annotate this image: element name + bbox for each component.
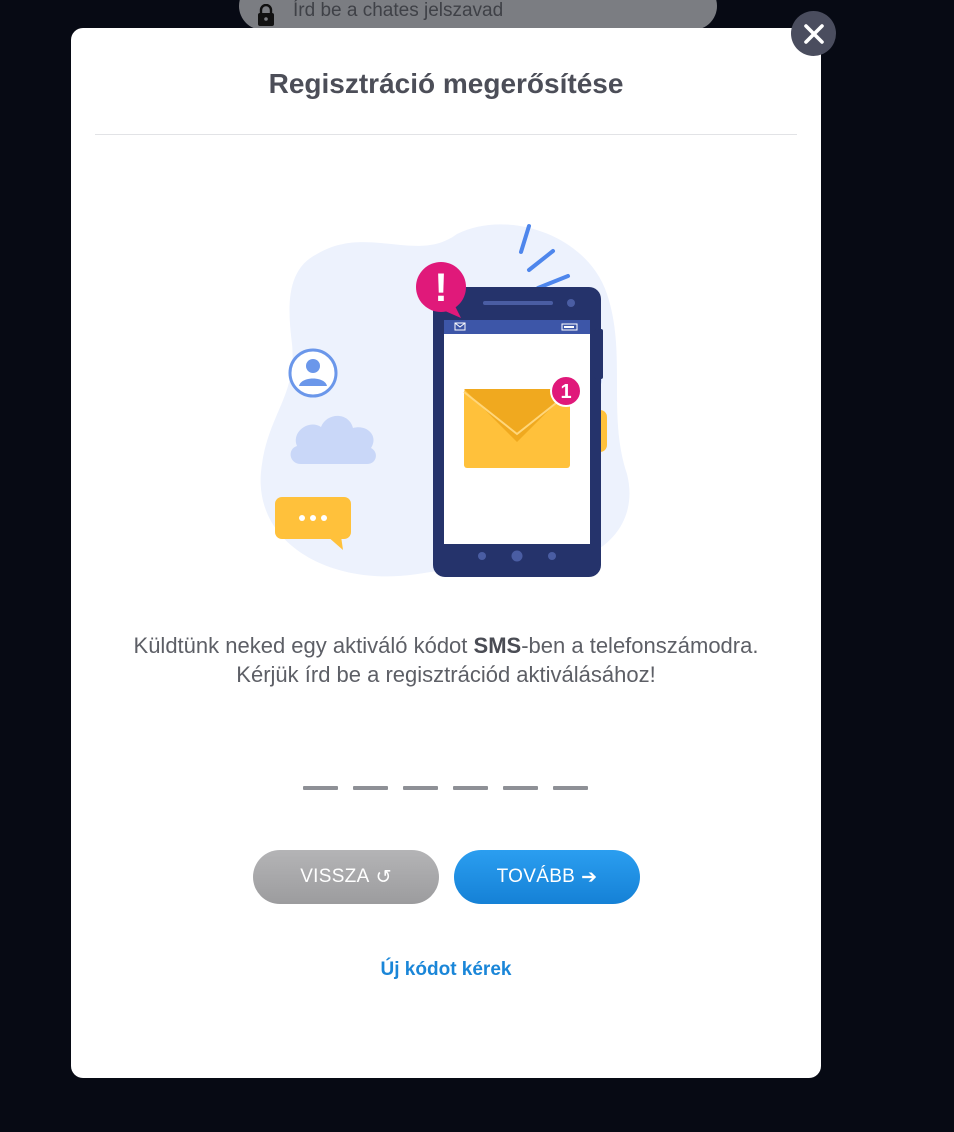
back-button-label: VISSZA [300, 866, 370, 887]
code-digit-slot[interactable] [503, 786, 538, 790]
alert-badge-mark: ! [434, 266, 447, 310]
close-button[interactable] [791, 11, 836, 56]
arrow-right-icon: ➔ [581, 866, 598, 888]
title-divider [95, 134, 797, 135]
user-icon [288, 348, 338, 398]
code-digit-slot[interactable] [353, 786, 388, 790]
sms-phone-illustration: 1 ! [260, 224, 630, 577]
sms-info-message: Küldtünk neked egy aktiváló kódot SMS-be… [71, 631, 821, 689]
message-line-1: Küldtünk neked egy aktiváló kódot SMS-be… [133, 633, 759, 658]
background-password-input: Írd be a chates jelszavad [239, 0, 717, 30]
modal-title: Regisztráció megerősítése [268, 68, 624, 99]
envelope-badge-count: 1 [560, 381, 571, 403]
next-button-label: TOVÁBB [496, 866, 576, 887]
back-button[interactable]: VISSZA ↺ [253, 850, 439, 904]
resend-code-link[interactable]: Új kódot kérek [71, 959, 821, 981]
code-digit-slot[interactable] [303, 786, 338, 790]
background-password-placeholder: Írd be a chates jelszavad [293, 0, 504, 21]
undo-icon: ↺ [375, 866, 392, 888]
registration-confirm-modal: Regisztráció megerősítése 1 ! Küldtünk n… [71, 28, 821, 1078]
activation-code-input[interactable] [303, 786, 588, 794]
message-line-2: Kérjük írd be a regisztrációd aktiválásá… [236, 662, 656, 687]
lock-icon [257, 3, 275, 31]
code-digit-slot[interactable] [453, 786, 488, 790]
envelope-badge: 1 [550, 375, 582, 407]
close-icon [803, 23, 824, 44]
next-button[interactable]: TOVÁBB ➔ [454, 850, 640, 904]
code-digit-slot[interactable] [553, 786, 588, 790]
code-digit-slot[interactable] [403, 786, 438, 790]
